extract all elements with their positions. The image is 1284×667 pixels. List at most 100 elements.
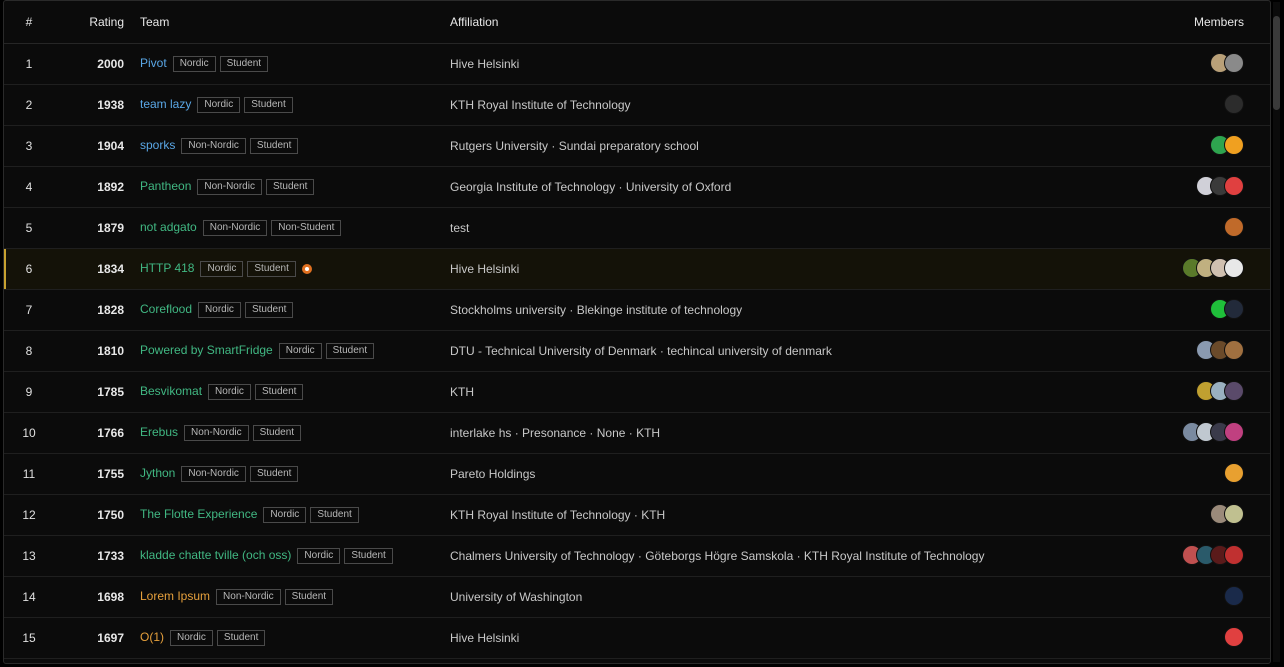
team-link[interactable]: not adgato (140, 220, 197, 234)
team-cell: The Flotte Experience Nordic Student (124, 494, 450, 536)
team-link[interactable]: team lazy (140, 97, 191, 111)
more-options-icon[interactable]: ⋮ (1268, 221, 1270, 235)
avatar[interactable] (1224, 421, 1244, 442)
rating-cell: 1697 (54, 617, 124, 659)
more-options-icon[interactable]: ⋮ (1268, 590, 1270, 604)
table-row[interactable]: 2 1938 team lazy Nordic Student KTH Royal Ins… (4, 84, 1270, 126)
members-cell (1140, 453, 1260, 495)
avatar[interactable] (1224, 462, 1244, 483)
more-options-icon[interactable]: ⋮ (1268, 426, 1270, 440)
more-options-icon[interactable]: ⋮ (1268, 549, 1270, 563)
rating-cell: 1766 (54, 412, 124, 454)
avatar[interactable] (1224, 134, 1244, 155)
team-tag: Non-Nordic (197, 179, 262, 195)
avatar[interactable] (1224, 175, 1244, 196)
table-row[interactable]: 14 1698 Lorem Ipsum Non-Nordic Student Univer… (4, 576, 1270, 618)
more-options-icon[interactable]: ⋮ (1268, 508, 1270, 522)
team-link[interactable]: Pantheon (140, 179, 191, 193)
table-row[interactable]: 12 1750 The Flotte Experience Nordic Student… (4, 494, 1270, 536)
more-options-icon[interactable]: ⋮ (1268, 262, 1270, 276)
affiliation-cell: interlake hs · Presonance · None · KTH (450, 412, 1140, 454)
table-row[interactable]: 8 1810 Powered by SmartFridge Nordic Student… (4, 330, 1270, 372)
more-options-icon[interactable]: ⋮ (1268, 385, 1270, 399)
row-menu-cell: ⋮ (1260, 166, 1270, 208)
more-options-icon[interactable]: ⋮ (1268, 57, 1270, 71)
table-row[interactable]: 13 1733 kladde chatte tville (och oss) Nord… (4, 535, 1270, 577)
rank-cell: 4 (4, 166, 54, 208)
team-link[interactable]: Powered by SmartFridge (140, 343, 273, 357)
scrollbar-thumb[interactable] (1273, 16, 1280, 110)
team-cell: kladde chatte tville (och oss) Nordic Stud… (124, 535, 450, 577)
team-link[interactable]: O(1) (140, 630, 164, 644)
table-row[interactable]: 151697 O(1) NordicStudent Hive Helsinki ⋮ (4, 617, 1270, 659)
member-avatars (1224, 216, 1244, 237)
avatar[interactable] (1224, 257, 1244, 278)
table-row[interactable]: 12000 Pivot NordicStudent Hive Helsinki ⋮ (4, 43, 1270, 85)
team-cell: Erebus Non-Nordic Student (124, 412, 450, 454)
avatar[interactable] (1224, 544, 1244, 565)
rank-cell: 8 (4, 330, 54, 372)
members-header[interactable]: Members (1140, 1, 1260, 44)
team-tag: Non-Nordic (202, 220, 268, 236)
more-options-icon[interactable]: ⋮ (1268, 139, 1270, 153)
more-options-icon[interactable]: ⋮ (1268, 344, 1270, 358)
members-cell (1140, 289, 1260, 331)
more-options-icon[interactable]: ⋮ (1268, 467, 1270, 481)
more-options-icon[interactable]: ⋮ (1268, 631, 1270, 645)
team-cell: Lorem Ipsum Non-Nordic Student (124, 576, 450, 618)
rank-header[interactable]: # (4, 1, 54, 44)
team-tag: Nordic (208, 384, 251, 400)
rank-cell: 15 (4, 617, 54, 659)
row-menu-cell: ⋮ (1260, 371, 1270, 413)
team-link[interactable]: Lorem Ipsum (140, 589, 210, 603)
avatar[interactable] (1224, 298, 1244, 319)
table-row[interactable]: 61834 HTTP 418 NordicStudent Hive Helsinki ⋮ (4, 248, 1270, 290)
members-cell (1140, 371, 1260, 413)
table-row[interactable]: 5 1879 not adgato Non-Nordic Non-Student test… (4, 207, 1270, 249)
affiliation-header[interactable]: Affiliation (450, 1, 1140, 44)
team-link[interactable]: Pivot (140, 56, 167, 70)
table-row[interactable]: 11 1755 Jython Non-Nordic Student Pareto Hold… (4, 453, 1270, 495)
team-link[interactable]: kladde chatte tville (och oss) (140, 548, 291, 562)
table-row[interactable]: 91785 Besvikomat NordicStudent KTH ⋮ (4, 371, 1270, 413)
avatar[interactable] (1224, 503, 1244, 524)
team-header[interactable]: Team (124, 1, 450, 44)
affiliation-cell: KTH Royal Institute of Technology (450, 84, 1140, 126)
team-link[interactable]: Besvikomat (140, 384, 202, 398)
avatar[interactable] (1224, 339, 1244, 360)
team-link[interactable]: Erebus (140, 425, 178, 439)
more-options-icon[interactable]: ⋮ (1268, 98, 1270, 112)
member-avatars (1224, 626, 1244, 647)
member-avatars (1196, 380, 1244, 401)
more-options-icon[interactable]: ⋮ (1268, 180, 1270, 194)
member-avatars (1182, 544, 1244, 565)
team-tag: Non-Nordic (181, 138, 246, 154)
avatar[interactable] (1224, 626, 1244, 647)
team-tag: Non-Nordic (184, 425, 249, 441)
table-row[interactable]: 3 1904 sporks Non-Nordic Student Rutgers Univ… (4, 125, 1270, 167)
team-link[interactable]: HTTP 418 (140, 261, 194, 275)
more-options-icon[interactable]: ⋮ (1268, 303, 1270, 317)
team-link[interactable]: sporks (140, 138, 175, 152)
team-link[interactable]: The Flotte Experience (140, 507, 257, 521)
team-link[interactable]: Coreflood (140, 302, 192, 316)
scrollbar[interactable] (1273, 2, 1280, 662)
rank-cell: 6 (4, 248, 54, 290)
members-cell (1140, 576, 1260, 618)
members-cell (1140, 43, 1260, 85)
table-row[interactable]: 10 1766 Erebus Non-Nordic Student interlake h… (4, 412, 1270, 454)
rank-cell: 10 (4, 412, 54, 454)
team-tag: Student (265, 179, 315, 195)
table-row[interactable]: 7 1828 Coreflood Nordic Student Stockholms un… (4, 289, 1270, 331)
team-cell: Coreflood Nordic Student (124, 289, 450, 331)
rating-header[interactable]: Rating (54, 1, 124, 44)
avatar[interactable] (1224, 93, 1244, 114)
team-link[interactable]: Jython (140, 466, 175, 480)
avatar[interactable] (1224, 380, 1244, 401)
members-cell (1140, 166, 1260, 208)
avatar[interactable] (1224, 52, 1244, 73)
avatar[interactable] (1224, 216, 1244, 237)
avatar[interactable] (1224, 585, 1244, 606)
table-row[interactable]: 4 1892 Pantheon Non-Nordic Student Georgia In… (4, 166, 1270, 208)
rating-cell: 1755 (54, 453, 124, 495)
